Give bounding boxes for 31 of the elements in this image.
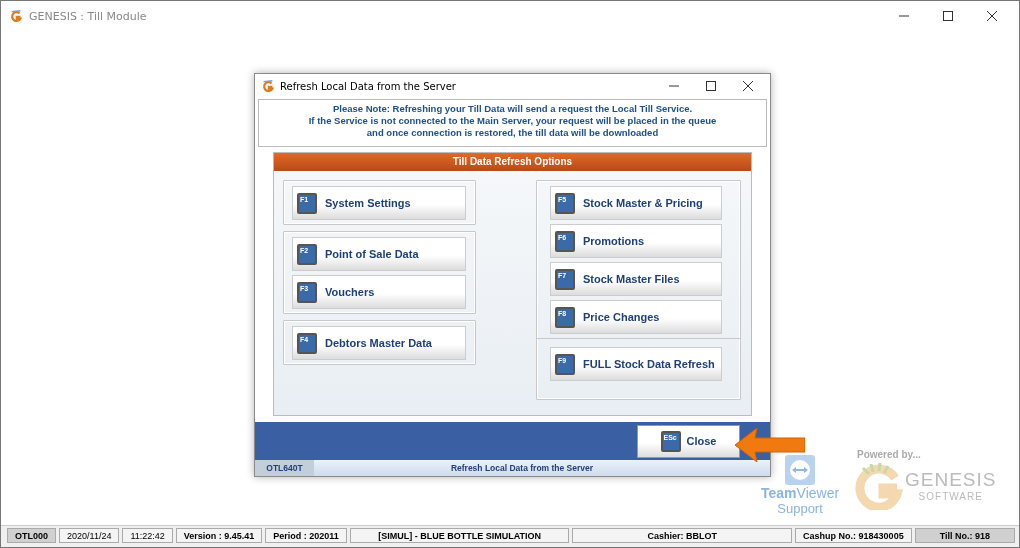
powered-by-text: Powered by... [857,449,922,460]
status-cell: Period : 202011 [265,527,347,543]
company-subtitle: SOFTWARE [918,490,983,502]
status-cell: Cashup No.: 918430005 [795,527,912,543]
app-logo-icon [9,9,23,23]
dialog-title: Refresh Local Data from the Server [280,80,456,92]
status-cell: [SIMUL] - BLUE BOTTLE SIMULATION [349,527,570,543]
status-cell: Till No.: 918 [914,527,1015,543]
company-name: GENESIS [905,468,997,491]
note-text: If the Service is not connected to the Main Server, your request will be placed in the queue [308,115,717,127]
status-cell: Cashier: BBLOT [572,527,793,543]
support-text: Support [777,501,823,516]
teamviewer-text: TeamViewer [761,485,840,501]
status-cell: OTL000 [7,527,56,543]
status-cell: Version : 9.45.41 [175,527,263,543]
close-icon[interactable] [743,81,753,91]
status-cell: 2020/11/24 [59,527,120,543]
note-text: Please Note: Refreshing your Till Data will send a request the Local Till Service. [332,103,693,115]
status-cell: 11:22:42 [122,527,173,543]
status-text: Refresh Local Data from the Server [449,463,595,473]
teamviewer-logo-icon [785,455,816,485]
genesis-logo-icon [853,460,903,510]
note-text: and once connection is restored, the till data will be downloaded [366,127,659,139]
close-icon[interactable] [987,11,997,21]
maximize-icon[interactable] [943,11,953,21]
panel-header: Till Data Refresh Options [274,153,751,171]
window-title: GENESIS : Till Module [29,9,147,23]
app-logo-icon [261,79,275,93]
status-code: OTL640T [255,460,314,476]
arrow-icon [735,428,805,462]
maximize-icon[interactable] [706,81,716,91]
